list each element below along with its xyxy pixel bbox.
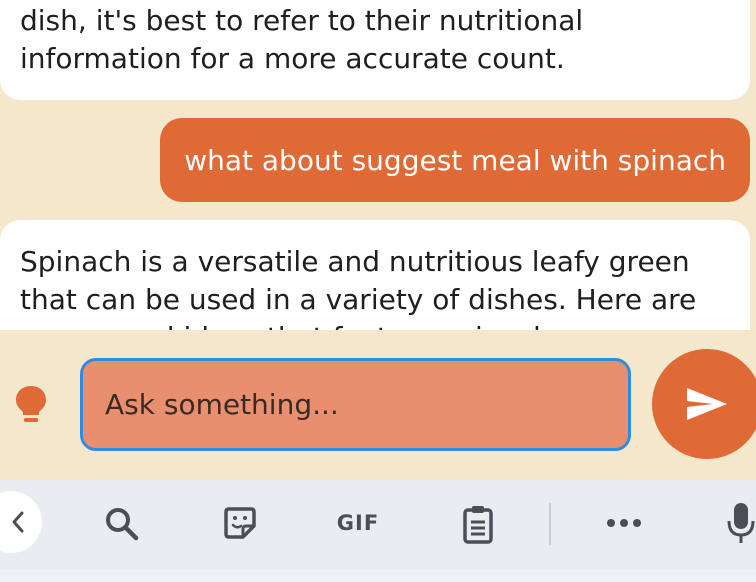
keyboard-clipboard-button[interactable] xyxy=(461,503,495,545)
gif-icon: GIF xyxy=(336,511,380,535)
keyboard-mic-button[interactable] xyxy=(726,501,756,545)
keyboard-search-button[interactable] xyxy=(104,506,140,542)
keyboard-edge xyxy=(0,570,756,582)
more-icon xyxy=(607,519,641,527)
clipboard-icon xyxy=(463,506,493,544)
user-message-text: what about suggest meal with spinach xyxy=(184,143,726,177)
search-icon xyxy=(106,508,139,541)
sticker-icon xyxy=(224,507,256,539)
assistant-message: dish, it's best to refer to their nutrit… xyxy=(0,0,750,100)
keyboard-sticker-button[interactable] xyxy=(222,505,258,541)
ask-input[interactable] xyxy=(80,358,631,451)
send-icon xyxy=(687,388,727,420)
keyboard-gif-button[interactable]: GIF xyxy=(330,507,386,539)
toolbar-divider xyxy=(549,503,551,545)
back-arrow-icon xyxy=(12,511,24,533)
microphone-icon xyxy=(727,503,755,543)
user-message: what about suggest meal with spinach xyxy=(160,118,750,202)
assistant-message-text: Spinach is a versatile and nutritious le… xyxy=(20,245,697,330)
lightbulb-icon[interactable] xyxy=(14,384,48,424)
keyboard-more-button[interactable] xyxy=(604,513,644,533)
assistant-message-text: dish, it's best to refer to their nutrit… xyxy=(20,4,584,75)
chat-area: dish, it's best to refer to their nutrit… xyxy=(0,0,756,330)
assistant-message: Spinach is a versatile and nutritious le… xyxy=(0,220,750,330)
send-button[interactable] xyxy=(652,349,756,459)
